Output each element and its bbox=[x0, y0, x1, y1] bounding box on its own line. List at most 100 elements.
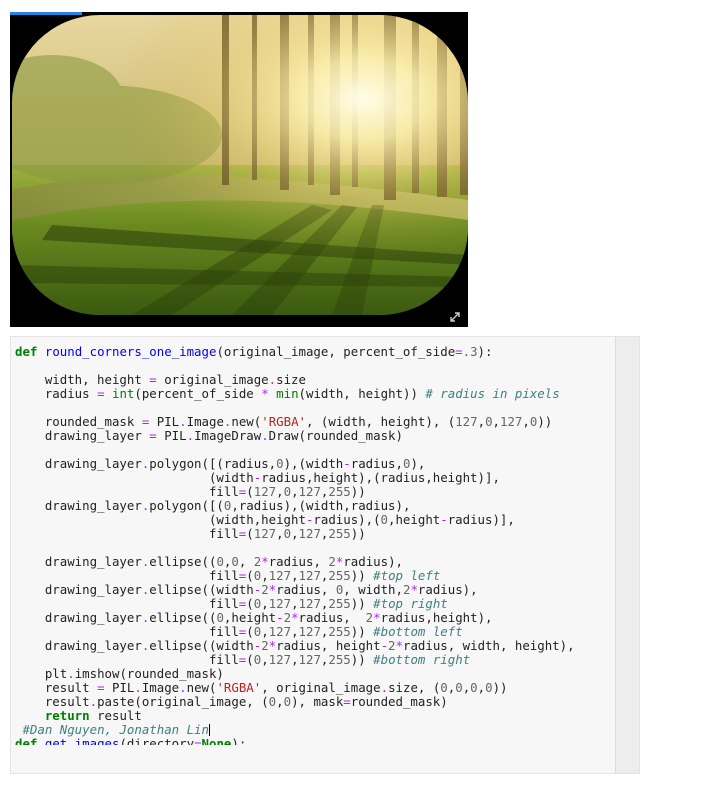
code-token: ( bbox=[246, 568, 254, 583]
code-token: Image bbox=[186, 414, 224, 429]
code-token: ( bbox=[246, 526, 254, 541]
code-token: )) bbox=[350, 652, 374, 667]
code-token: ,height bbox=[388, 512, 441, 527]
code-token: , bbox=[261, 596, 269, 611]
code-token: fill bbox=[15, 596, 239, 611]
code-token: = bbox=[343, 694, 351, 709]
code-token: def bbox=[15, 344, 38, 359]
code-token: (width bbox=[15, 470, 254, 485]
code-token: 2 bbox=[261, 582, 269, 597]
code-token: drawing_layer bbox=[15, 582, 142, 597]
code-line: drawing_layer.ellipse((width-2*radius, 0… bbox=[15, 583, 575, 597]
code-token: . bbox=[179, 680, 187, 695]
code-line: drawing_layer.ellipse((0,0, 2*radius, 2*… bbox=[15, 555, 575, 569]
code-token: 'RGBA' bbox=[261, 414, 306, 429]
code-token: 0 bbox=[455, 680, 463, 695]
code-token: 0 bbox=[216, 554, 224, 569]
code-line: result = PIL.Image.new('RGBA', original_… bbox=[15, 681, 575, 695]
code-token: = bbox=[455, 344, 463, 359]
code-token: rounded_mask) bbox=[350, 694, 448, 709]
code-token: * bbox=[291, 610, 299, 625]
code-cell[interactable]: def round_corners_one_image(original_ima… bbox=[10, 336, 640, 774]
code-token: 0 bbox=[231, 554, 239, 569]
code-token: , bbox=[477, 414, 486, 429]
code-token: . bbox=[261, 428, 269, 443]
code-token: polygon([( bbox=[149, 498, 224, 513]
code-token: * bbox=[261, 386, 269, 401]
code-line: result.paste(original_image, (0,0), mask… bbox=[15, 695, 575, 709]
code-token: , bbox=[291, 568, 299, 583]
code-token: * bbox=[395, 638, 403, 653]
code-token: , bbox=[261, 568, 269, 583]
code-token: = bbox=[97, 386, 105, 401]
code-token: , bbox=[276, 694, 284, 709]
code-token: radius, bbox=[268, 554, 329, 569]
code-token: imshow(rounded_mask) bbox=[74, 666, 224, 681]
code-token: 2 bbox=[328, 554, 336, 569]
code-token: radius,height), bbox=[380, 610, 493, 625]
code-token: 2 bbox=[283, 610, 292, 625]
code-token: None bbox=[201, 737, 232, 745]
code-token: , bbox=[261, 652, 269, 667]
code-token: 255 bbox=[328, 652, 351, 667]
code-token: , bbox=[291, 652, 299, 667]
code-token: , bbox=[238, 554, 254, 569]
code-token: 127 bbox=[298, 624, 321, 639]
code-token: ), mask bbox=[291, 694, 344, 709]
code-token: def bbox=[15, 737, 38, 745]
code-token: 255 bbox=[328, 484, 351, 499]
code-token: result bbox=[15, 694, 90, 709]
code-token: (width, height)) bbox=[298, 386, 426, 401]
code-token: , bbox=[276, 526, 284, 541]
code-token: . bbox=[89, 694, 98, 709]
code-line: return result bbox=[15, 709, 575, 723]
code-token: , (width, height), ( bbox=[306, 414, 456, 429]
code-line: rounded_mask = PIL.Image.new('RGBA', (wi… bbox=[15, 415, 575, 429]
code-token: 255 bbox=[328, 526, 351, 541]
code-token: 127 bbox=[268, 652, 292, 667]
code-token: )) bbox=[492, 680, 508, 695]
code-token: 0 bbox=[283, 694, 292, 709]
code-token: #top right bbox=[373, 596, 448, 611]
code-token: 127 bbox=[500, 414, 523, 429]
code-token: = bbox=[149, 428, 157, 443]
code-token: 127 bbox=[298, 526, 321, 541]
code-token: - bbox=[343, 456, 351, 471]
code-token: radius, height bbox=[276, 638, 381, 653]
code-token: ),(width bbox=[283, 456, 344, 471]
code-token: * bbox=[373, 610, 381, 625]
expand-diagonal-icon[interactable] bbox=[448, 310, 462, 324]
code-token: Image bbox=[141, 680, 180, 695]
code-token: 2 bbox=[388, 638, 396, 653]
code-token: 0 bbox=[485, 414, 493, 429]
code-token: 255 bbox=[328, 624, 351, 639]
code-token: ): bbox=[231, 737, 247, 745]
code-token: radius, width, height), bbox=[402, 638, 575, 653]
code-token: new( bbox=[186, 680, 217, 695]
code-token: - bbox=[440, 512, 448, 527]
code-token: = bbox=[149, 372, 157, 387]
code-token: PIL bbox=[156, 428, 187, 443]
code-token: 127 bbox=[298, 568, 321, 583]
code-token: width, height bbox=[15, 372, 150, 387]
code-token: 0 bbox=[216, 610, 224, 625]
code-token: ,height bbox=[223, 610, 277, 625]
code-token: ( bbox=[246, 652, 254, 667]
code-token: ellipse(( bbox=[149, 610, 217, 625]
code-token: radius)], bbox=[447, 512, 515, 527]
code-line: #Dan Nguyen, Jonathan Lin bbox=[15, 723, 575, 737]
code-token: Draw(rounded_mask) bbox=[268, 428, 403, 443]
code-token: drawing_layer bbox=[15, 456, 142, 471]
code-line: def round_corners_one_image(original_ima… bbox=[15, 345, 575, 359]
code-token: radius),( bbox=[313, 512, 381, 527]
code-token: )) bbox=[350, 568, 374, 583]
code-token: 255 bbox=[328, 596, 351, 611]
code-token: 127 bbox=[268, 624, 292, 639]
cell-scrollbar[interactable] bbox=[615, 337, 639, 773]
code-token: 0 bbox=[276, 456, 284, 471]
code-token: (percent_of_side bbox=[134, 386, 262, 401]
code-editor[interactable]: def round_corners_one_image(original_ima… bbox=[15, 345, 575, 746]
